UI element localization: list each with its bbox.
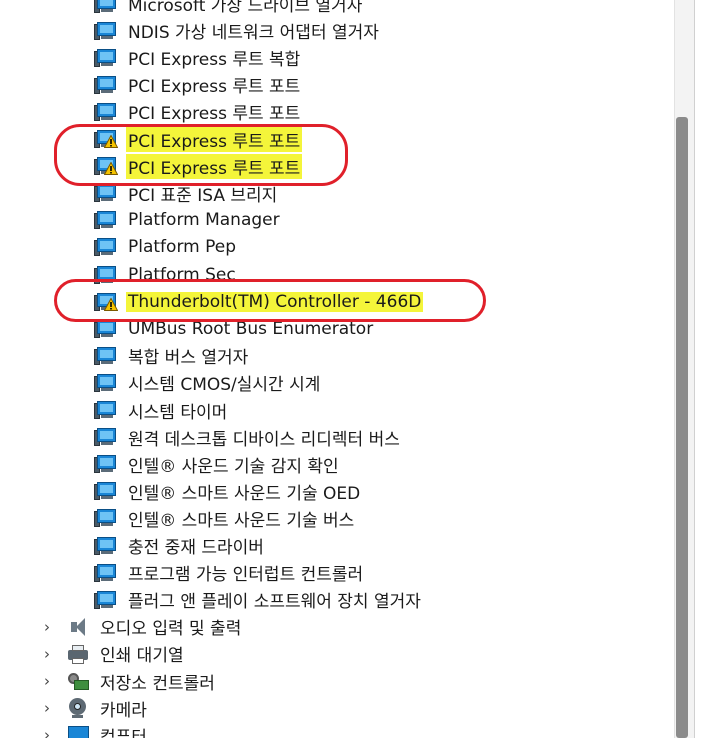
device-label: 시스템 타이머 xyxy=(128,402,228,423)
device-label: PCI Express 루트 복합 xyxy=(128,50,301,71)
device-icon xyxy=(94,535,118,557)
device-label: Thunderbolt(TM) Controller - 466D xyxy=(126,291,424,312)
device-item[interactable]: PCI Express 루트 포트 xyxy=(0,98,674,125)
device-icon xyxy=(94,345,118,367)
device-icon xyxy=(94,562,118,584)
device-icon xyxy=(94,20,118,42)
device-label: PCI Express 루트 포트 xyxy=(126,153,303,179)
device-label: Microsoft 가상 드라이브 열거자 xyxy=(128,0,363,16)
scrollbar-thumb[interactable] xyxy=(676,117,688,738)
device-label: Platform Pep xyxy=(128,237,236,258)
device-label: 플러그 앤 플레이 소프트웨어 장치 열거자 xyxy=(128,592,421,613)
category-label: 컴퓨터 xyxy=(100,727,147,738)
category-label: 저장소 컨트롤러 xyxy=(100,673,215,694)
device-icon xyxy=(94,426,118,448)
device-label: 시스템 CMOS/실시간 시계 xyxy=(128,375,321,396)
chevron-right-icon[interactable]: › xyxy=(40,726,54,738)
device-label: PCI Express 루트 포트 xyxy=(126,126,303,152)
printer-icon xyxy=(66,643,90,665)
device-item[interactable]: 복합 버스 열거자 xyxy=(0,342,674,369)
device-item[interactable]: Thunderbolt(TM) Controller - 466D xyxy=(0,288,674,315)
device-label: 충전 중재 드라이버 xyxy=(128,538,264,558)
category-item[interactable]: › 저장소 컨트롤러 xyxy=(0,668,674,695)
speaker-icon xyxy=(66,616,90,638)
device-item[interactable]: PCI Express 루트 포트 xyxy=(0,71,674,98)
device-icon xyxy=(94,372,118,394)
device-label: Platform Sec xyxy=(128,264,236,285)
device-label: 인텔® 스마트 사운드 기술 OED xyxy=(128,483,361,504)
device-icon xyxy=(94,101,118,123)
device-item[interactable]: UMBus Root Bus Enumerator xyxy=(0,315,674,342)
device-item[interactable]: PCI Express 루트 포트 xyxy=(0,126,674,153)
category-item[interactable]: › 카메라 xyxy=(0,695,674,722)
camera-icon xyxy=(66,697,90,719)
device-item[interactable]: Microsoft 가상 드라이브 열거자 xyxy=(0,0,674,17)
device-item[interactable]: 시스템 CMOS/실시간 시계 xyxy=(0,369,674,396)
device-icon xyxy=(94,128,118,150)
category-label: 오디오 입력 및 출력 xyxy=(100,619,242,640)
device-label: 프로그램 가능 인터럽트 컨트롤러 xyxy=(128,565,364,586)
device-label: 원격 데스크톱 디바이스 리디렉터 버스 xyxy=(128,429,400,450)
chevron-right-icon[interactable]: › xyxy=(40,618,54,636)
device-label: 인텔® 스마트 사운드 기술 버스 xyxy=(128,510,355,531)
device-item[interactable]: 충전 중재 드라이버 xyxy=(0,532,674,559)
category-item[interactable]: › 인쇄 대기열 xyxy=(0,640,674,667)
device-item[interactable]: PCI Express 루트 복합 xyxy=(0,44,674,71)
device-icon xyxy=(94,182,118,204)
device-icon xyxy=(94,0,118,15)
device-label: PCI Express 루트 포트 xyxy=(128,77,301,98)
device-label: NDIS 가상 네트워크 어댑터 열거자 xyxy=(128,23,379,44)
device-icon xyxy=(94,291,118,313)
device-icon xyxy=(94,480,118,502)
device-item[interactable]: 인텔® 스마트 사운드 기술 OED xyxy=(0,478,674,505)
device-label: UMBus Root Bus Enumerator xyxy=(128,318,374,339)
device-label: 복합 버스 열거자 xyxy=(128,348,249,369)
storage-controller-icon xyxy=(66,670,90,692)
device-item[interactable]: 인텔® 사운드 기술 감지 확인 xyxy=(0,451,674,478)
warning-icon xyxy=(104,135,118,148)
device-icon xyxy=(94,264,118,286)
category-label: 카메라 xyxy=(100,700,147,721)
device-item[interactable]: Platform Manager xyxy=(0,207,674,234)
device-label: PCI 표준 ISA 브리지 xyxy=(128,185,278,206)
device-item[interactable]: 원격 데스크톱 디바이스 리디렉터 버스 xyxy=(0,424,674,451)
chevron-right-icon[interactable]: › xyxy=(40,699,54,717)
computer-icon xyxy=(66,724,90,738)
device-icon xyxy=(94,399,118,421)
device-label: PCI Express 루트 포트 xyxy=(128,104,301,125)
device-icon xyxy=(94,74,118,96)
device-label: 인텔® 사운드 기술 감지 확인 xyxy=(128,456,339,477)
device-item[interactable]: 시스템 타이머 xyxy=(0,397,674,424)
device-icon xyxy=(94,236,118,258)
category-item[interactable]: › 컴퓨터 xyxy=(0,722,674,738)
chevron-right-icon[interactable]: › xyxy=(40,645,54,663)
device-item[interactable]: 프로그램 가능 인터럽트 컨트롤러 xyxy=(0,559,674,586)
device-icon xyxy=(94,209,118,231)
warning-icon xyxy=(104,162,118,176)
category-label: 인쇄 대기열 xyxy=(100,646,184,667)
device-item[interactable]: PCI 표준 ISA 브리지 xyxy=(0,180,674,207)
device-item[interactable]: NDIS 가상 네트워크 어댑터 열거자 xyxy=(0,17,674,44)
device-icon xyxy=(94,507,118,529)
device-item[interactable]: PCI Express 루트 포트 xyxy=(0,153,674,180)
category-item[interactable]: › 오디오 입력 및 출력 xyxy=(0,613,674,640)
device-item[interactable]: Platform Sec xyxy=(0,261,674,288)
chevron-right-icon[interactable]: › xyxy=(40,672,54,690)
warning-icon xyxy=(104,297,118,311)
device-icon xyxy=(94,47,118,69)
device-icon xyxy=(94,155,118,177)
device-label: Platform Manager xyxy=(128,210,280,231)
device-item[interactable]: Platform Pep xyxy=(0,234,674,261)
device-item[interactable]: 플러그 앤 플레이 소프트웨어 장치 열거자 xyxy=(0,586,674,613)
device-icon xyxy=(94,453,118,475)
device-item[interactable]: 인텔® 스마트 사운드 기술 버스 xyxy=(0,505,674,532)
device-icon xyxy=(94,589,118,611)
window-edge xyxy=(694,0,703,738)
device-icon xyxy=(94,318,118,340)
device-tree: Microsoft 가상 드라이브 열거자 NDIS 가상 네트워크 어댑터 열거… xyxy=(0,0,674,738)
